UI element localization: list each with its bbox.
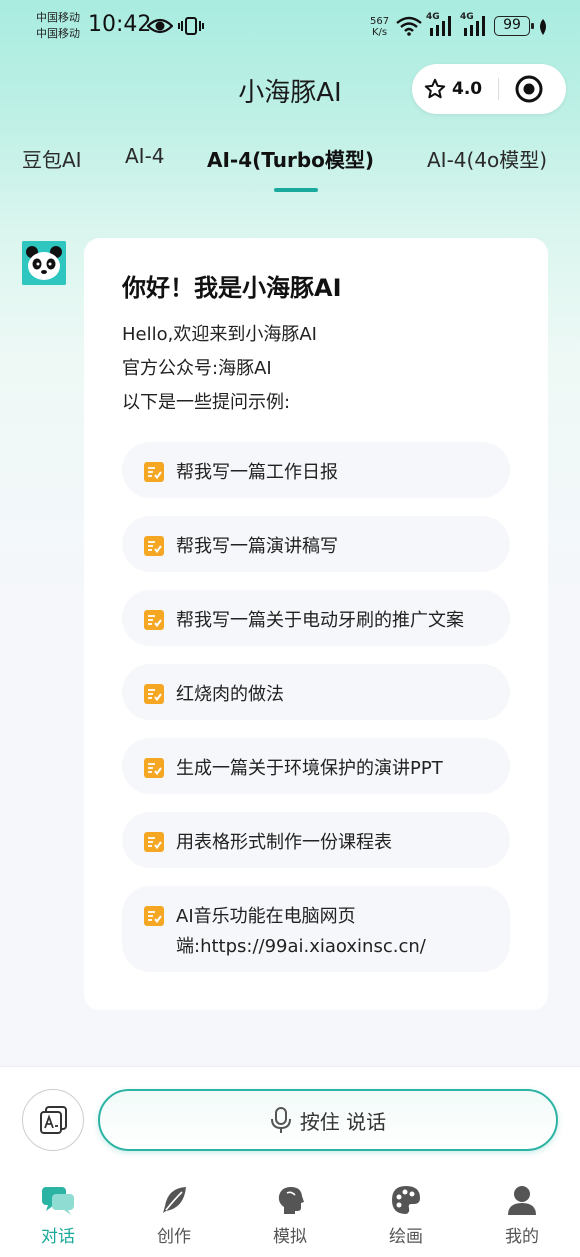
nav-create[interactable]: 创作: [116, 1184, 232, 1247]
greeting-title: 你好！我是小海豚AI: [122, 274, 342, 302]
prompt-text: 用表格形式制作一份课程表: [176, 832, 392, 853]
prompt-text: 生成一篇关于环境保护的演讲PPT: [176, 758, 443, 779]
prompt-suggestion[interactable]: 生成一篇关于环境保护的演讲PPT: [122, 738, 510, 794]
palette-icon: [392, 1186, 420, 1214]
nav-profile[interactable]: 我的: [464, 1184, 580, 1247]
intro-line: Hello,欢迎来到小海豚AI: [122, 324, 317, 345]
checklist-icon: [144, 758, 164, 778]
bottom-nav: 对话 创作 模拟 绘画 我的: [0, 1174, 580, 1257]
hold-to-talk-button[interactable]: 按住 说话: [98, 1089, 558, 1151]
vibrate-icon: [178, 17, 204, 35]
eye-icon: [147, 18, 173, 34]
nav-chat[interactable]: 对话: [0, 1184, 116, 1247]
prompt-text: 帮我写一篇关于电动牙刷的推广文案: [176, 610, 464, 631]
checklist-icon: [144, 462, 164, 482]
prompt-suggestion[interactable]: AI音乐功能在电脑网页 端:https://99ai.xiaoxinsc.cn/: [122, 886, 510, 972]
signal-bars-icon: [430, 16, 451, 36]
clock: 10:42: [88, 12, 152, 37]
active-tab-indicator: [274, 188, 318, 192]
nav-label: 模拟: [273, 1227, 307, 1247]
tab-doubao[interactable]: 豆包AI: [22, 144, 82, 173]
rating-value: 4.0: [452, 79, 483, 99]
star-icon: [424, 78, 446, 99]
status-bar: 中国移动 中国移动 10:42 567 K/s 4G 4G 99: [0, 0, 580, 54]
microphone-icon: [270, 1107, 291, 1133]
checklist-icon: [144, 610, 164, 630]
prompt-text: 帮我写一篇工作日报: [176, 462, 338, 483]
prompt-text: AI音乐功能在电脑网页 端:https://99ai.xiaoxinsc.cn/: [176, 902, 426, 962]
nav-label: 对话: [41, 1227, 75, 1247]
nav-label: 我的: [505, 1227, 539, 1247]
nav-label: 绘画: [389, 1227, 423, 1247]
tab-ai4-4o[interactable]: AI-4(4o模型): [427, 144, 547, 173]
person-icon: [508, 1186, 536, 1215]
nav-draw[interactable]: 绘画: [348, 1184, 464, 1247]
hold-to-talk-label: 按住 说话: [299, 1109, 387, 1134]
checklist-icon: [144, 906, 164, 926]
keyboard-toggle-button[interactable]: [22, 1089, 84, 1151]
prompt-text: 红烧肉的做法: [176, 684, 284, 705]
chat-icon: [42, 1187, 74, 1215]
mini-program-capsule: 4.0: [412, 64, 566, 114]
prompt-suggestion[interactable]: 红烧肉的做法: [122, 664, 510, 720]
checklist-icon: [144, 684, 164, 704]
prompt-suggestion[interactable]: 用表格形式制作一份课程表: [122, 812, 510, 868]
intro-line: 以下是一些提问示例:: [122, 392, 291, 413]
nav-label: 创作: [157, 1227, 191, 1247]
prompt-text-line-1: AI音乐功能在电脑网页: [176, 906, 356, 927]
rating-button[interactable]: 4.0: [424, 78, 482, 100]
wifi-icon: [396, 16, 422, 36]
carrier-2: 中国移动: [36, 27, 80, 40]
net-speed-value: 567: [370, 16, 390, 27]
net-speed: 567 K/s: [370, 16, 389, 38]
text-input-icon: [40, 1106, 67, 1134]
head-icon: [278, 1187, 304, 1214]
net-speed-unit: K/s: [371, 27, 388, 38]
input-area: 按住 说话: [0, 1066, 580, 1174]
feather-icon: [163, 1187, 186, 1213]
nav-simulate[interactable]: 模拟: [232, 1184, 348, 1247]
checklist-icon: [144, 536, 164, 556]
prompt-text-line-2: 端:https://99ai.xiaoxinsc.cn/: [176, 936, 426, 957]
battery-indicator: 99: [494, 16, 534, 36]
carrier-1: 中国移动: [36, 11, 80, 24]
tab-ai4-turbo[interactable]: AI-4(Turbo模型): [207, 144, 374, 173]
signal-bars-icon: [464, 16, 485, 36]
panda-icon: [22, 241, 66, 285]
model-tabs: 豆包AI AI-4 AI-4(Turbo模型) AI-4(4o模型): [0, 144, 580, 194]
prompt-suggestion[interactable]: 帮我写一篇关于电动牙刷的推广文案: [122, 590, 510, 646]
capsule-divider: [498, 78, 499, 100]
carrier-names: 中国移动 中国移动: [36, 10, 80, 42]
prompt-suggestion[interactable]: 帮我写一篇演讲稿写: [122, 516, 510, 572]
target-icon[interactable]: [515, 75, 543, 103]
welcome-card: 你好！我是小海豚AI Hello,欢迎来到小海豚AI 官方公众号:海豚AI 以下…: [84, 238, 548, 1010]
prompt-suggestion[interactable]: 帮我写一篇工作日报: [122, 442, 510, 498]
tab-ai4[interactable]: AI-4: [125, 144, 165, 168]
prompt-text: 帮我写一篇演讲稿写: [176, 536, 338, 557]
intro-line: 官方公众号:海豚AI: [122, 358, 272, 379]
signal-strength-1: 4G: [426, 12, 456, 38]
checklist-icon: [144, 832, 164, 852]
leaf-icon: [540, 19, 546, 35]
signal-strength-2: 4G: [460, 12, 490, 38]
bot-avatar: [22, 241, 66, 285]
